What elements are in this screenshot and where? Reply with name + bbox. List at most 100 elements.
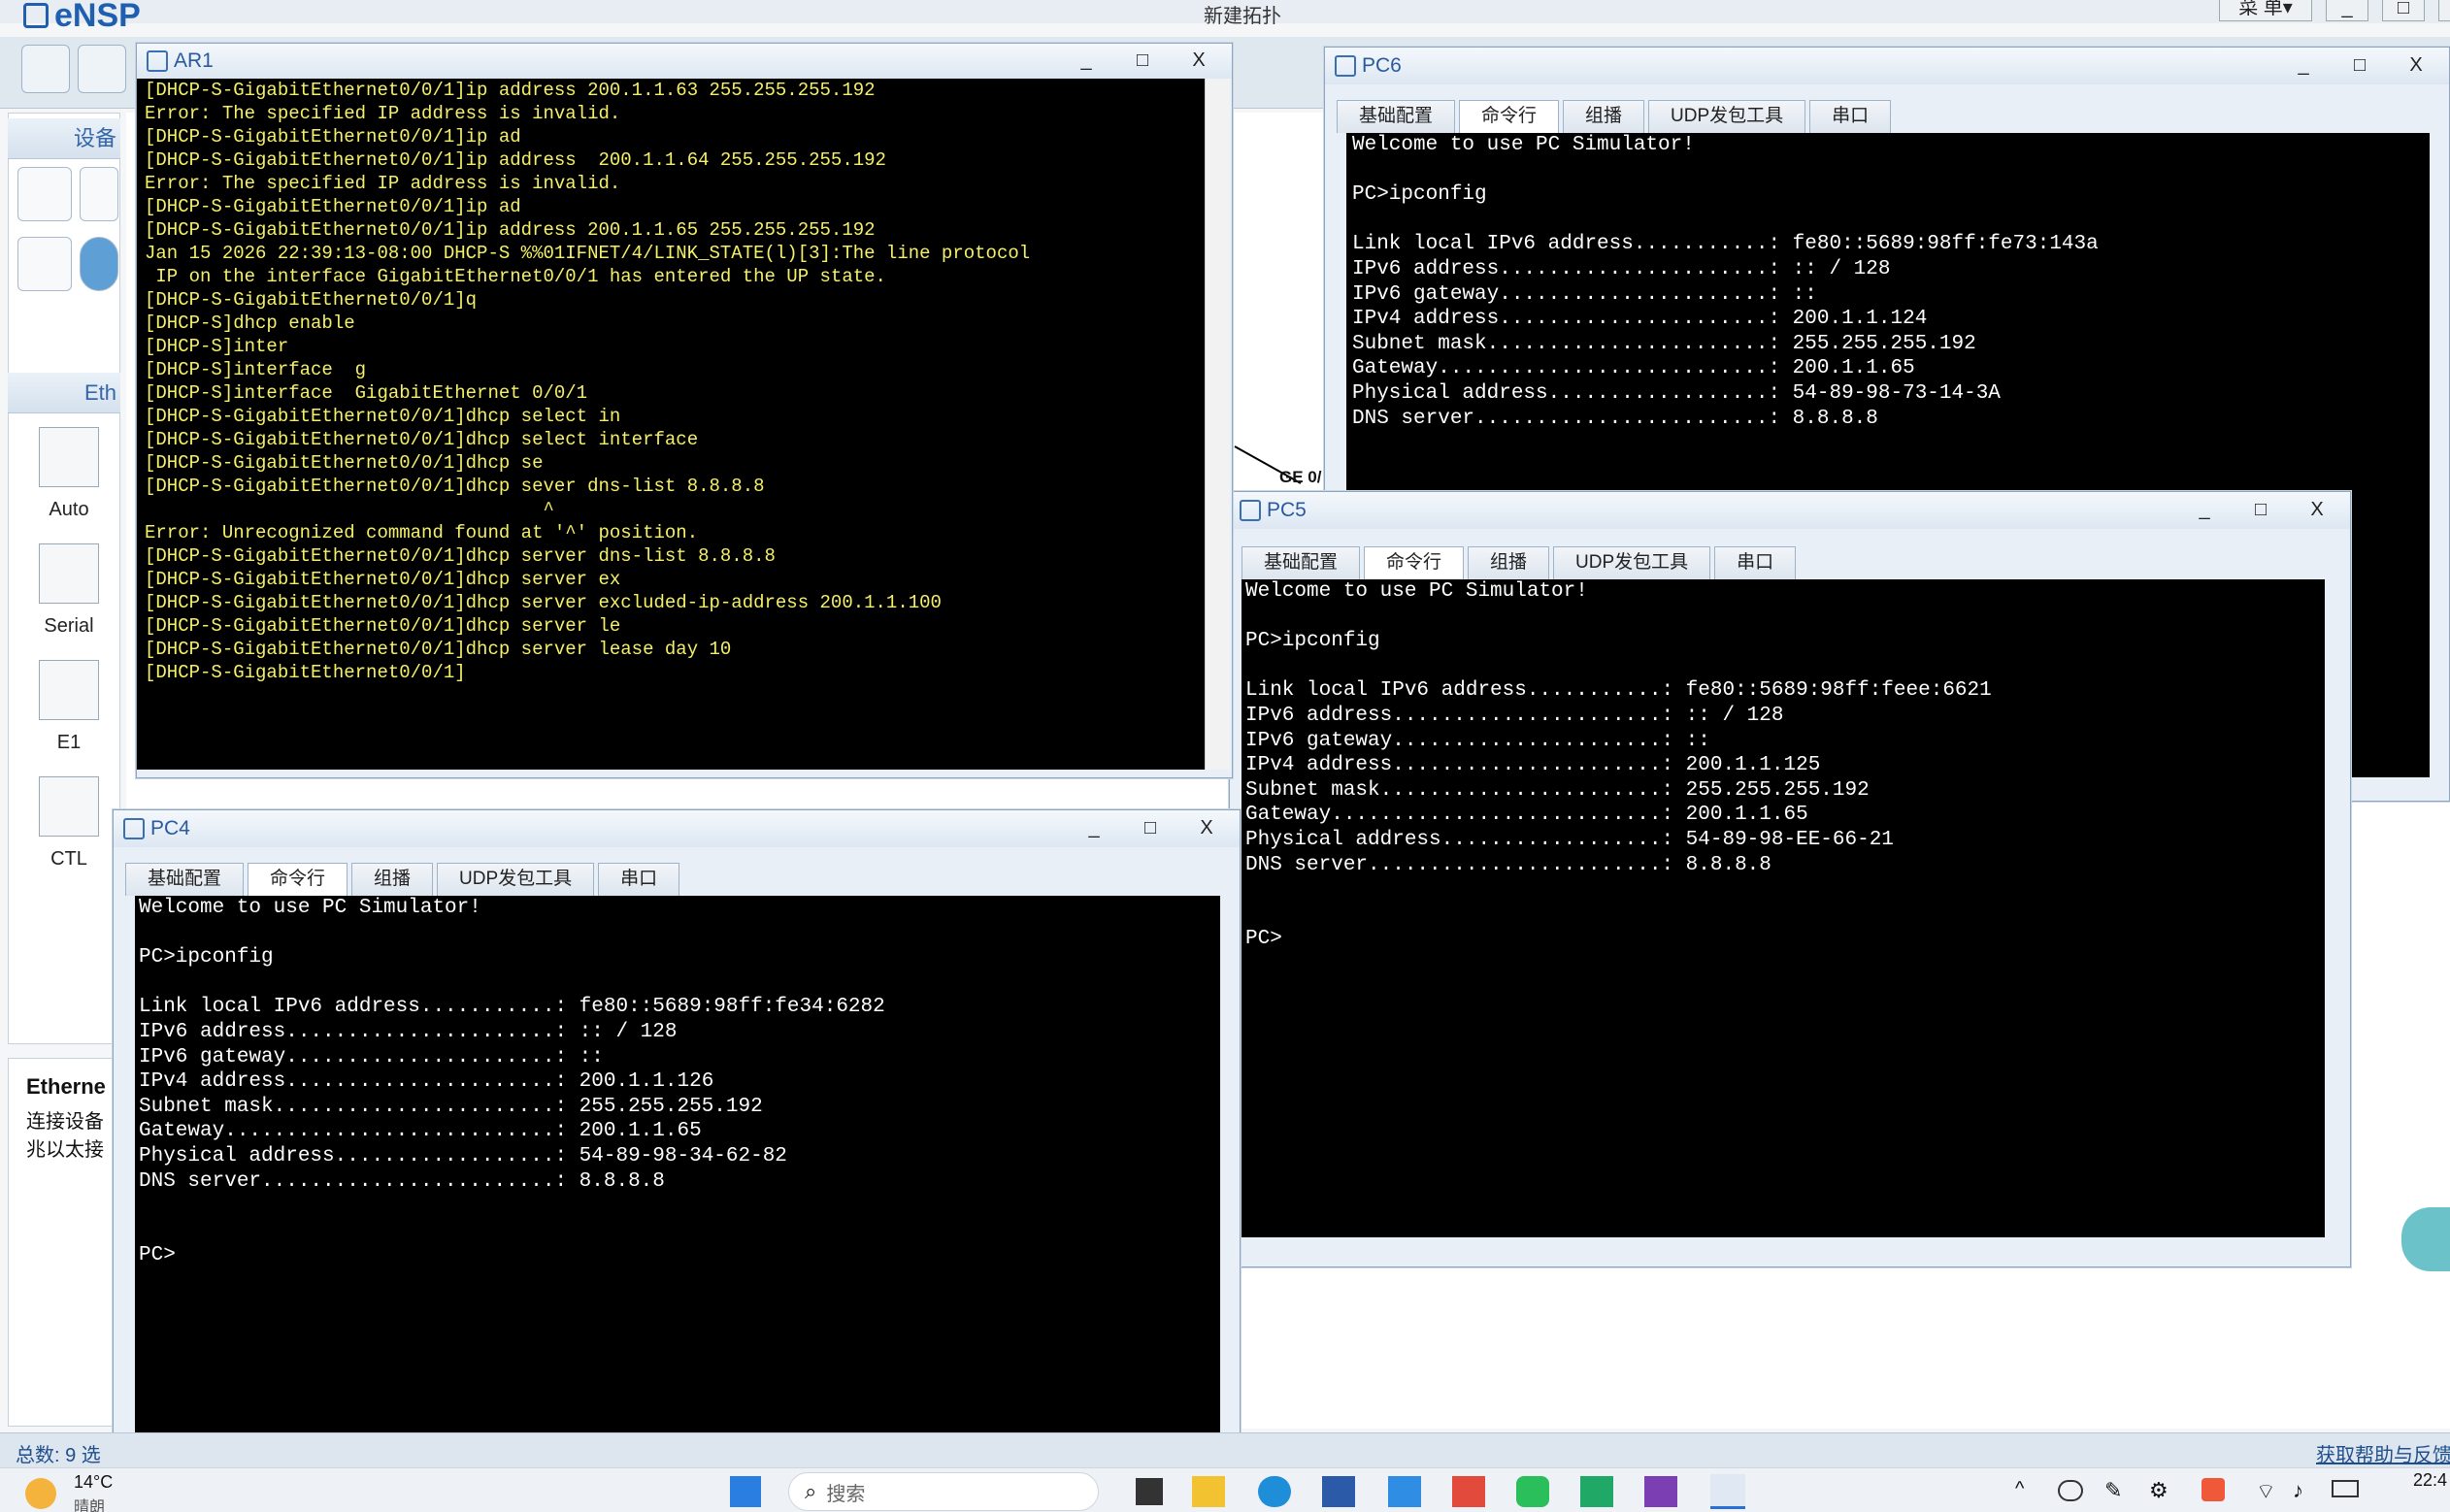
wechat-icon[interactable] bbox=[1516, 1476, 1549, 1507]
minimize-icon[interactable]: _ bbox=[2183, 497, 2226, 524]
task-view-icon[interactable] bbox=[1136, 1478, 1163, 1505]
console-line: [DHCP-S]inter bbox=[145, 336, 289, 357]
pc6-title: PC6 bbox=[1362, 54, 1402, 77]
tab-serial[interactable]: 串口 bbox=[1714, 546, 1797, 579]
pc4-console[interactable]: Welcome to use PC Simulator! PC>ipconfig… bbox=[135, 896, 1220, 1464]
help-link[interactable]: 获取帮助与反馈 bbox=[2316, 1439, 2450, 1467]
minimize-icon[interactable]: _ bbox=[1073, 815, 1115, 842]
app-icon[interactable] bbox=[1388, 1476, 1421, 1507]
battery-icon[interactable] bbox=[2332, 1480, 2359, 1497]
tab-basic-config[interactable]: 基础配置 bbox=[1242, 546, 1361, 579]
cloud-icon[interactable] bbox=[2058, 1480, 2083, 1501]
cloud-icon[interactable] bbox=[80, 237, 118, 291]
input-method-icon[interactable]: ⚙ bbox=[2149, 1478, 2169, 1503]
volume-icon[interactable]: ♪ bbox=[2293, 1478, 2303, 1503]
close-icon[interactable]: X bbox=[1177, 48, 1220, 75]
file-explorer-icon[interactable] bbox=[1192, 1476, 1225, 1507]
restore-icon[interactable]: □ bbox=[2382, 0, 2425, 21]
taskbar-search[interactable]: ⌕ 搜索 bbox=[788, 1472, 1099, 1511]
assistant-icon[interactable] bbox=[2401, 1207, 2450, 1271]
app-tray-icon[interactable] bbox=[2202, 1478, 2225, 1501]
tab-multicast[interactable]: 组播 bbox=[1468, 546, 1550, 579]
serial-cable-icon[interactable] bbox=[39, 543, 99, 604]
new-lab-icon[interactable] bbox=[78, 45, 126, 93]
router-icon[interactable] bbox=[17, 167, 72, 221]
e1-cable-icon[interactable] bbox=[39, 660, 99, 720]
pc4-window: PC4 _ □ X 基础配置 命令行 组播 UDP发包工具 串口 Welcome… bbox=[113, 809, 1241, 1465]
onenote-icon[interactable] bbox=[1644, 1476, 1677, 1507]
pc-window-icon bbox=[1240, 500, 1261, 521]
wps-icon[interactable] bbox=[1452, 1476, 1485, 1507]
new-topology-icon[interactable] bbox=[21, 45, 70, 93]
maximize-icon[interactable]: □ bbox=[1121, 48, 1164, 75]
ar1-titlebar[interactable]: AR1 _ □ X bbox=[137, 44, 1232, 79]
maximize-icon[interactable]: □ bbox=[2338, 52, 2381, 80]
cable-label-ctl: CTL bbox=[50, 848, 87, 870]
weather-temp: 14°C bbox=[74, 1472, 114, 1492]
console-line: IPv6 address......................: :: /… bbox=[139, 1020, 678, 1043]
ar1-console[interactable]: [DHCP-S-GigabitEthernet0/0/1]ip address … bbox=[137, 79, 1205, 770]
store-icon[interactable] bbox=[1322, 1476, 1355, 1507]
tab-command-line[interactable]: 命令行 bbox=[1364, 546, 1465, 579]
switch-icon[interactable] bbox=[80, 167, 118, 221]
tab-command-line[interactable]: 命令行 bbox=[1459, 100, 1560, 133]
app-name: eNSP bbox=[54, 0, 141, 34]
start-icon[interactable] bbox=[730, 1476, 761, 1507]
tab-multicast[interactable]: 组播 bbox=[351, 863, 434, 896]
app-logo: eNSP bbox=[23, 0, 141, 34]
pc-window-icon bbox=[1335, 55, 1356, 77]
console-line: IPv4 address......................: 200.… bbox=[139, 1070, 714, 1094]
tab-udp-tool[interactable]: UDP发包工具 bbox=[437, 863, 595, 896]
maximize-icon[interactable]: □ bbox=[1129, 815, 1172, 842]
minimize-icon[interactable]: _ bbox=[2282, 52, 2325, 80]
console-line: IPv4 address......................: 200.… bbox=[1245, 754, 1821, 777]
minimize-icon[interactable]: _ bbox=[2326, 0, 2368, 21]
tab-serial[interactable]: 串口 bbox=[598, 863, 680, 896]
pen-icon[interactable]: ✎ bbox=[2104, 1478, 2122, 1503]
console-line: [DHCP-S]interface g bbox=[145, 359, 367, 380]
menu-button[interactable]: 菜 单▾ bbox=[2219, 0, 2312, 21]
pc6-titlebar[interactable]: PC6 _ □ X bbox=[1325, 48, 2449, 84]
console-line: [DHCP-S-GigabitEthernet0/0/1]ip address … bbox=[145, 80, 876, 101]
search-placeholder: 搜索 bbox=[826, 1483, 866, 1505]
wifi-icon[interactable]: ⌔ bbox=[2256, 1478, 2276, 1505]
tab-serial[interactable]: 串口 bbox=[1809, 100, 1892, 133]
close-icon[interactable]: X bbox=[1185, 815, 1228, 842]
tab-basic-config[interactable]: 基础配置 bbox=[125, 863, 245, 896]
clock[interactable]: 22:4 bbox=[2413, 1470, 2447, 1491]
tab-multicast[interactable]: 组播 bbox=[1563, 100, 1645, 133]
weather-icon[interactable] bbox=[25, 1478, 56, 1509]
console-line: [DHCP-S-GigabitEthernet0/0/1]ip ad bbox=[145, 126, 521, 148]
auto-cable-icon[interactable] bbox=[39, 427, 99, 487]
main-window-controls: 菜 单▾ _ □ X bbox=[2219, 0, 2450, 21]
close-icon[interactable]: X bbox=[2395, 52, 2437, 80]
pc5-console[interactable]: Welcome to use PC Simulator! PC>ipconfig… bbox=[1242, 579, 2325, 1237]
tab-command-line[interactable]: 命令行 bbox=[248, 863, 348, 896]
app-icon[interactable] bbox=[1580, 1476, 1613, 1507]
maximize-icon[interactable]: □ bbox=[2239, 497, 2282, 524]
console-line: PC>ipconfig bbox=[1245, 630, 1380, 653]
pc-icon[interactable] bbox=[17, 237, 72, 291]
console-line: Gateway...........................: 200.… bbox=[1352, 357, 1915, 380]
console-line: IPv6 gateway......................: :: bbox=[1245, 729, 1710, 752]
console-line: [DHCP-S-GigabitEthernet0/0/1]dhcp server… bbox=[145, 545, 776, 567]
edge-icon[interactable] bbox=[1258, 1476, 1291, 1507]
close-icon[interactable]: X bbox=[2296, 497, 2338, 524]
console-line: Gateway...........................: 200.… bbox=[1245, 804, 1808, 827]
pc5-titlebar[interactable]: PC5 _ □ X bbox=[1230, 492, 2350, 529]
pc4-titlebar[interactable]: PC4 _ □ X bbox=[114, 810, 1240, 847]
console-line: IPv4 address......................: 200.… bbox=[1352, 308, 1928, 331]
tab-udp-tool[interactable]: UDP发包工具 bbox=[1553, 546, 1711, 579]
console-line: [DHCP-S-GigabitEthernet0/0/1]ip address … bbox=[145, 219, 876, 241]
ar1-scrollbar[interactable] bbox=[1205, 79, 1230, 770]
close-icon[interactable]: X bbox=[2438, 0, 2450, 21]
tab-udp-tool[interactable]: UDP发包工具 bbox=[1648, 100, 1806, 133]
ensp-taskbar-icon[interactable] bbox=[1710, 1474, 1745, 1509]
minimize-icon[interactable]: _ bbox=[1065, 48, 1108, 75]
chevron-up-icon[interactable]: ^ bbox=[2015, 1478, 2024, 1500]
ctl-cable-icon[interactable] bbox=[39, 776, 99, 837]
tab-basic-config[interactable]: 基础配置 bbox=[1337, 100, 1456, 133]
